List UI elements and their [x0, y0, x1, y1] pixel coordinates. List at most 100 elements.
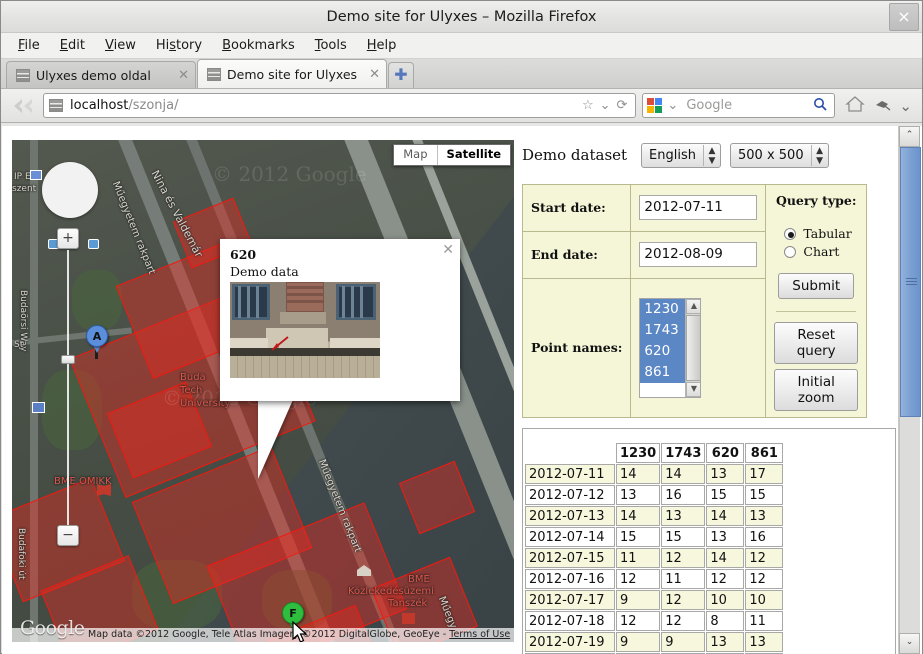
form-row-start-date: Start date: 2012-07-11 Query type: Tabul… — [521, 184, 867, 418]
scroll-up-button[interactable]: ⌃ — [899, 126, 920, 147]
submit-button[interactable]: Submit — [778, 273, 855, 299]
tab-bar: Ulyxes demo oldal ✕ Demo site for Ulyxes… — [1, 59, 922, 89]
table-row: 2012-07-14 15 15 13 16 — [525, 527, 784, 547]
chevron-down-icon[interactable]: ⌄ — [600, 98, 611, 113]
listbox-scrollbar[interactable]: ▲ ▼ — [685, 298, 701, 397]
point-names-listbox[interactable]: 1230 1743 620 861 ▲ ▼ — [639, 297, 702, 398]
radio-chart-label: Chart — [803, 244, 840, 259]
tab-close-icon[interactable]: ✕ — [369, 67, 380, 82]
chevron-down-icon[interactable]: ⌄ — [667, 98, 678, 113]
back-forward-icon[interactable] — [7, 93, 43, 119]
menu-help[interactable]: Help — [357, 36, 407, 55]
bookmark-star-icon[interactable]: ☆ — [582, 98, 594, 113]
home-icon[interactable] — [845, 95, 866, 116]
point-names-cell: 1230 1743 620 861 ▲ ▼ — [630, 277, 767, 419]
table-cell-value: 13 — [706, 527, 745, 547]
menu-view[interactable]: View — [95, 36, 146, 55]
search-bar[interactable]: ⌄ Google — [642, 93, 836, 118]
tab-demo-site-for-ulyxes[interactable]: Demo site for Ulyxes ✕ — [197, 59, 387, 88]
start-date-input[interactable]: 2012-07-11 — [639, 195, 758, 221]
page-scrollbar[interactable]: ⌃ ⌄ — [898, 126, 921, 654]
new-tab-button[interactable]: ✚ — [388, 62, 414, 88]
map-marker-a[interactable]: A — [86, 325, 108, 359]
radio-tabular-input[interactable] — [784, 227, 797, 240]
search-icon[interactable] — [813, 97, 828, 115]
map-type-map-button[interactable]: Map — [394, 145, 438, 165]
table-cell-value: 13 — [616, 485, 661, 505]
map-label-street: Budafoki út — [16, 528, 26, 580]
pan-up-icon[interactable] — [64, 167, 76, 179]
plugin-icon[interactable] — [873, 96, 891, 115]
table-cell-value: 10 — [706, 590, 745, 610]
table-cell-value: 11 — [661, 569, 706, 589]
zoom-slider-thumb[interactable] — [61, 355, 75, 364]
tab-close-icon[interactable]: ✕ — [178, 68, 189, 83]
google-map[interactable]: © 2012 Google © 2012 Google Nina és Vald… — [12, 140, 514, 642]
google-logo-icon — [647, 98, 663, 113]
search-input[interactable]: Google — [681, 98, 810, 113]
table-body: 2012-07-11 14 14 13 17 2012-07-12 13 16 15 15 2012… — [525, 464, 784, 654]
window-close-button[interactable]: × — [889, 3, 919, 31]
map-type-satellite-button[interactable]: Satellite — [437, 145, 510, 165]
infowindow-photo — [230, 282, 380, 378]
zoom-in-button[interactable]: + — [57, 228, 79, 249]
infowindow-close-icon[interactable]: ✕ — [442, 242, 454, 258]
url-text: localhost/szonja/ — [70, 98, 179, 113]
menu-history[interactable]: History — [146, 36, 212, 55]
map-type-control: Map Satellite — [393, 144, 511, 166]
table-cell-date: 2012-07-11 — [525, 464, 615, 484]
table-row: 2012-07-16 12 11 12 12 — [525, 569, 784, 589]
marker-label: A — [86, 325, 108, 347]
scroll-down-icon[interactable]: ▼ — [686, 381, 701, 397]
table-cell-value: 13 — [745, 506, 784, 526]
reset-query-button[interactable]: Reset query — [774, 322, 858, 364]
pan-right-icon[interactable] — [81, 184, 93, 196]
tab-ulyxes-demo-oldal[interactable]: Ulyxes demo oldal ✕ — [6, 61, 196, 88]
menu-edit[interactable]: Edit — [50, 36, 95, 55]
table-cell-value: 16 — [745, 527, 784, 547]
pan-left-icon[interactable] — [47, 184, 59, 196]
scroll-down-button[interactable]: ⌄ — [899, 633, 920, 654]
map-pan-control[interactable] — [42, 162, 98, 218]
toolbar-overflow-icon[interactable]: ⌄ — [899, 97, 912, 115]
map-watermark: © 2012 Google — [212, 162, 367, 186]
window-title: Demo site for Ulyxes – Mozilla Firefox — [326, 9, 597, 25]
map-label-poi: BME — [408, 574, 430, 585]
table-cell-value: 12 — [745, 569, 784, 589]
reload-icon[interactable]: ⟳ — [617, 98, 628, 113]
menu-bookmarks[interactable]: Bookmarks — [212, 36, 305, 55]
scrollbar-track[interactable] — [899, 147, 921, 633]
table-column-header: 620 — [706, 443, 745, 463]
language-select[interactable]: English ▲ ▼ — [641, 142, 721, 168]
map-zoom-control[interactable]: + − — [57, 228, 79, 548]
table-cell-value: 14 — [661, 464, 706, 484]
scrollbar-thumb[interactable] — [900, 147, 921, 417]
map-poi-icon — [30, 170, 42, 180]
radio-tabular[interactable]: Tabular — [784, 226, 858, 241]
map-infowindow: ✕ 620 Demo data — [220, 239, 460, 401]
pan-down-icon[interactable] — [64, 201, 76, 213]
infowindow-title: 620 — [230, 247, 257, 262]
terms-of-use-link[interactable]: Terms of Use — [449, 629, 510, 640]
listbox-scroll-thumb[interactable] — [686, 314, 701, 381]
table-row: 2012-07-13 14 13 14 13 — [525, 506, 784, 526]
radio-chart-input[interactable] — [784, 245, 797, 258]
initial-zoom-button[interactable]: Initial zoom — [774, 369, 858, 411]
page-content: © 2012 Google © 2012 Google Nina és Vald… — [2, 126, 922, 654]
url-bar[interactable]: localhost/szonja/ ☆ ⌄ ⟳ — [43, 93, 637, 118]
menu-bar: File Edit View History Bookmarks Tools H… — [1, 33, 922, 59]
table-cell-value: 12 — [706, 569, 745, 589]
table-cell-date: 2012-07-15 — [525, 548, 615, 568]
zoom-out-button[interactable]: − — [57, 525, 79, 546]
scroll-up-icon[interactable]: ▲ — [686, 298, 701, 314]
end-date-input[interactable]: 2012-08-09 — [639, 242, 758, 268]
table-row: 2012-07-12 13 16 15 15 — [525, 485, 784, 505]
table-cell-value: 12 — [616, 569, 661, 589]
tab-label: Demo site for Ulyxes — [227, 66, 358, 82]
zoom-slider-track[interactable] — [67, 250, 69, 525]
menu-tools[interactable]: Tools — [305, 36, 357, 55]
radio-chart[interactable]: Chart — [784, 244, 858, 259]
menu-file[interactable]: File — [8, 36, 50, 55]
size-select[interactable]: 500 x 500 ▲ ▼ — [730, 142, 829, 168]
table-cell-value: 15 — [616, 527, 661, 547]
